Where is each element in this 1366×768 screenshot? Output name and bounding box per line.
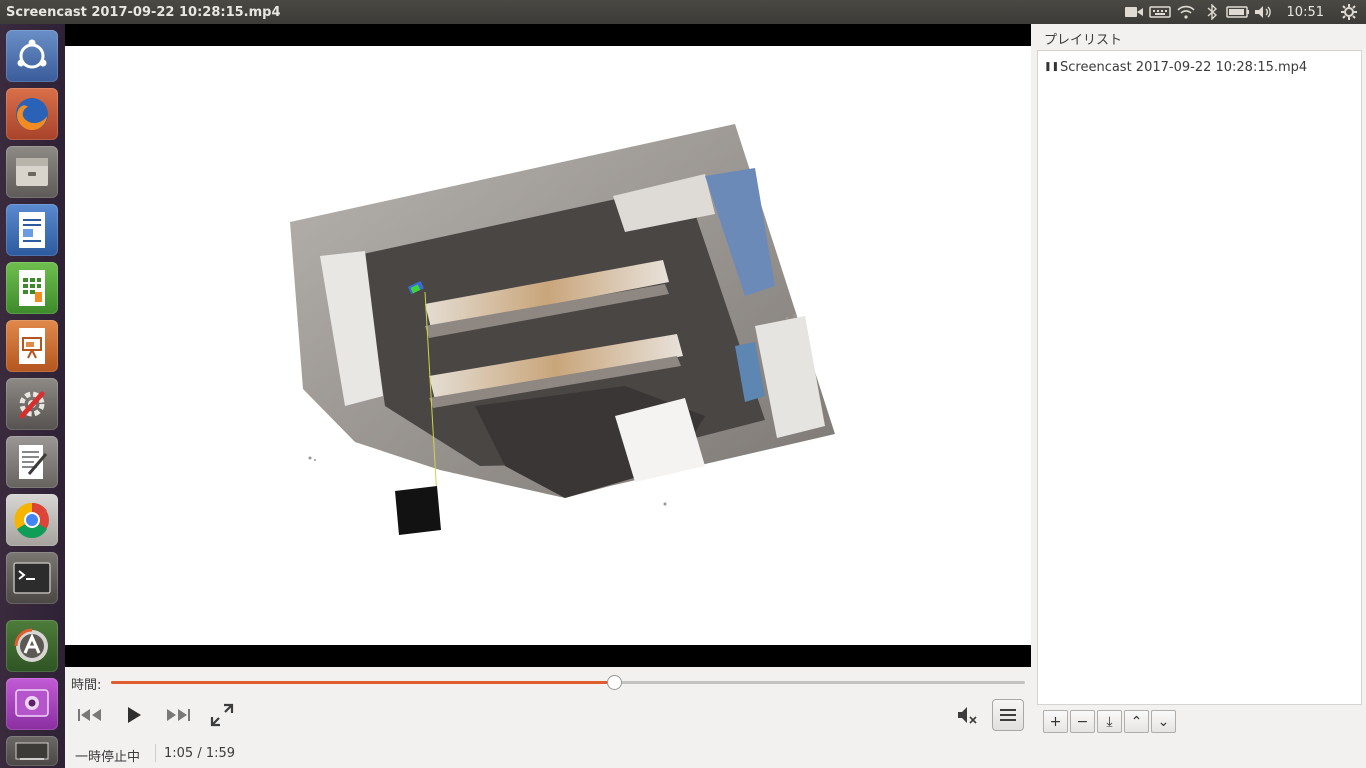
next-button[interactable] (163, 702, 193, 728)
playlist-panel: プレイリスト ❚❚ Screencast 2017-09-22 10:28:15… (1031, 24, 1366, 768)
settings-gear-icon[interactable] (1336, 0, 1362, 24)
save-playlist-button[interactable]: ⤓ (1097, 710, 1122, 733)
playback-status: 一時停止中 (75, 750, 141, 765)
skip-back-icon (78, 709, 101, 721)
volume-muted-icon (958, 707, 977, 724)
playlist-toolbar: + − ⤓ ⌃ ⌄ (1043, 710, 1178, 733)
text-editor-icon[interactable] (6, 436, 58, 488)
playlist-list[interactable]: ❚❚ Screencast 2017-09-22 10:28:15.mp4 (1037, 50, 1362, 705)
launcher (0, 24, 65, 768)
volume-icon[interactable] (1251, 0, 1277, 24)
paused-icon: ❚❚ (1044, 62, 1060, 72)
wifi-icon[interactable] (1173, 0, 1199, 24)
previous-button[interactable] (75, 702, 105, 728)
add-item-button[interactable]: + (1043, 710, 1068, 733)
video-record-icon[interactable] (1121, 0, 1147, 24)
webcam-app-icon[interactable] (6, 678, 58, 730)
software-updater-icon[interactable] (6, 620, 58, 672)
top-panel: Screencast 2017-09-22 10:28:15.mp4 10:51 (0, 0, 1366, 24)
play-icon (128, 707, 141, 723)
player-controls: 時間: 一時停止中 1:05 / 1:59 (65, 667, 1031, 768)
move-down-button[interactable]: ⌄ (1151, 710, 1176, 733)
playlist-item-name: Screencast 2017-09-22 10:28:15.mp4 (1060, 59, 1308, 75)
seek-slider[interactable] (111, 675, 1025, 690)
playlist-toggle-button[interactable] (992, 699, 1024, 731)
battery-icon[interactable] (1225, 0, 1251, 24)
fullscreen-button[interactable] (207, 701, 237, 729)
play-button[interactable] (119, 702, 149, 728)
window-title: Screencast 2017-09-22 10:28:15.mp4 (6, 4, 281, 20)
keyboard-icon[interactable] (1147, 0, 1173, 24)
libreoffice-writer-icon[interactable] (6, 204, 58, 256)
system-settings-icon[interactable] (6, 378, 58, 430)
skip-forward-icon (167, 709, 190, 721)
playback-position: 1:05 / 1:59 (164, 746, 236, 761)
chrome-icon[interactable] (6, 494, 58, 546)
menu-list-icon (1000, 709, 1016, 721)
bluetooth-icon[interactable] (1199, 0, 1225, 24)
playlist-item[interactable]: ❚❚ Screencast 2017-09-22 10:28:15.mp4 (1038, 57, 1361, 77)
playlist-title: プレイリスト (1044, 33, 1123, 48)
files-icon[interactable] (6, 146, 58, 198)
libreoffice-impress-icon[interactable] (6, 320, 58, 372)
move-up-button[interactable]: ⌃ (1124, 710, 1149, 733)
seek-slider-handle[interactable] (606, 675, 622, 690)
time-label: 時間: (71, 678, 102, 693)
ubuntu-dash-icon[interactable] (6, 30, 58, 82)
point-cloud-room-image (290, 124, 835, 535)
mute-button[interactable] (955, 703, 981, 727)
status-divider (155, 744, 156, 762)
system-tray: 10:51 (1121, 0, 1366, 24)
fullscreen-icon (210, 703, 234, 727)
clock[interactable]: 10:51 (1287, 5, 1324, 20)
terminal-icon[interactable] (6, 552, 58, 604)
video-display[interactable] (65, 24, 1031, 667)
remove-item-button[interactable]: − (1070, 710, 1095, 733)
seek-slider-fill (111, 681, 614, 684)
libreoffice-calc-icon[interactable] (6, 262, 58, 314)
firefox-icon[interactable] (6, 88, 58, 140)
more-apps-icon[interactable] (6, 736, 58, 766)
video-frame[interactable] (65, 46, 1031, 645)
